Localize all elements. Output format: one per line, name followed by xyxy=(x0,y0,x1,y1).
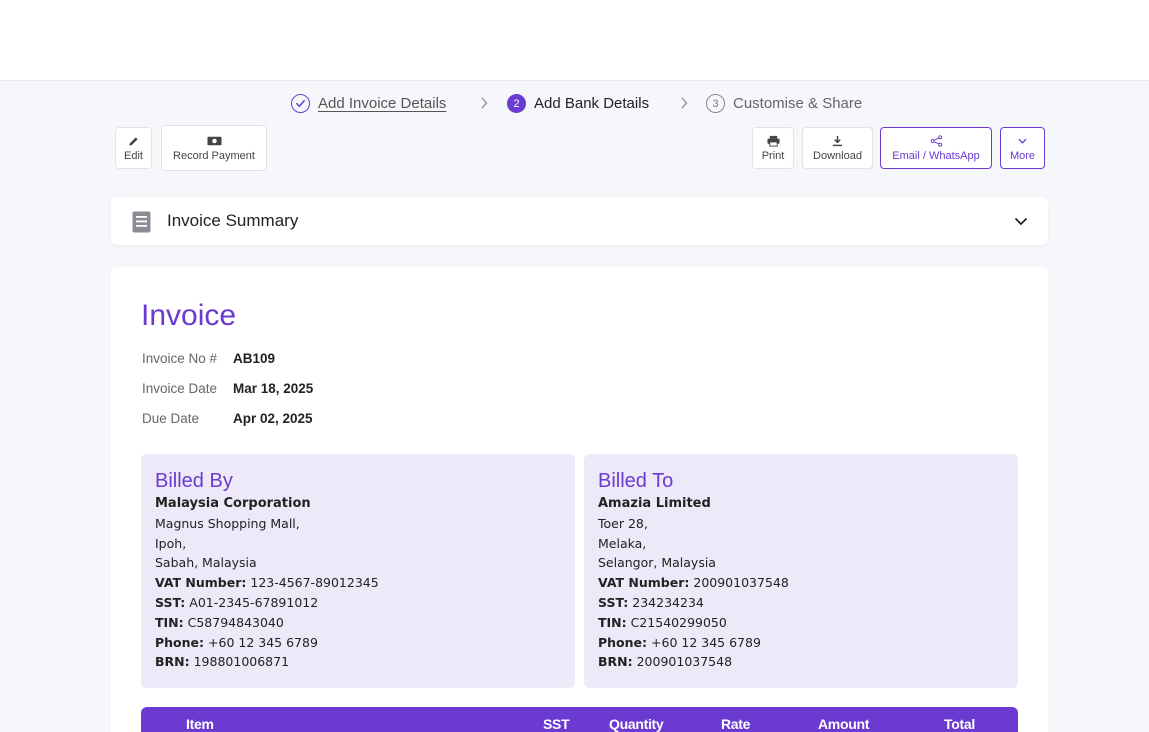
print-button[interactable]: Print xyxy=(752,127,794,169)
address-line: Melaka, xyxy=(598,535,647,551)
column-header-quantity: Quantity xyxy=(609,716,664,732)
billed-to-name: Amazia Limited xyxy=(598,496,711,511)
address-line: Toer 28, xyxy=(598,515,648,531)
edit-label: Edit xyxy=(124,150,143,162)
address-line: Ipoh, xyxy=(155,535,187,551)
address-line: Selangor, Malaysia xyxy=(598,555,716,571)
check-icon xyxy=(291,94,310,113)
tin-number: TIN: C58794843040 xyxy=(155,614,284,630)
billed-to-panel: Billed To Amazia Limited Toer 28, Melaka… xyxy=(584,454,1018,688)
step-add-bank-details[interactable]: 2 Add Bank Details xyxy=(507,94,649,113)
chevron-right-icon xyxy=(680,97,688,112)
invoice-title: Invoice xyxy=(141,299,237,332)
meta-value: AB109 xyxy=(233,351,276,366)
column-header-rate: Rate xyxy=(721,716,751,732)
meta-value: Mar 18, 2025 xyxy=(233,381,314,396)
column-header-amount: Amount xyxy=(818,716,870,732)
vat-number: VAT Number: 200901037548 xyxy=(598,575,789,591)
phone-number: Phone: +60 12 345 6789 xyxy=(598,634,761,650)
edit-button[interactable]: Edit xyxy=(115,127,152,169)
more-label: More xyxy=(1009,150,1036,162)
tin-number: TIN: C21540299050 xyxy=(598,614,727,630)
more-button[interactable]: More xyxy=(1000,127,1045,169)
column-header-sst: SST xyxy=(543,716,570,732)
chevron-down-icon[interactable] xyxy=(1014,213,1028,231)
phone-number: Phone: +60 12 345 6789 xyxy=(155,634,318,650)
step-label: Add Bank Details xyxy=(534,95,650,112)
chevron-down-icon xyxy=(1018,134,1027,148)
print-label: Print xyxy=(761,150,785,162)
step-number: 3 xyxy=(706,94,725,113)
chevron-right-icon xyxy=(480,97,488,112)
billed-by-title: Billed By xyxy=(155,470,233,492)
brn-number: BRN: 200901037548 xyxy=(598,654,733,670)
vat-number: VAT Number: 123-4567-89012345 xyxy=(155,575,379,591)
billed-to-title: Billed To xyxy=(598,470,674,492)
sst-number: SST: A01-2345-67891012 xyxy=(155,594,319,610)
record-payment-button[interactable]: Record Payment xyxy=(161,125,267,171)
email-whatsapp-button[interactable]: Email / WhatsApp xyxy=(880,127,992,169)
download-icon xyxy=(832,134,843,148)
step-label[interactable]: Add Invoice Details xyxy=(318,95,446,112)
column-header-total: Total xyxy=(944,716,975,732)
items-table-header: Item SST Quantity Rate Amount Total xyxy=(141,707,1018,732)
step-customise-share[interactable]: 3 Customise & Share xyxy=(706,94,862,113)
column-header-item: Item xyxy=(186,716,214,732)
step-label: Customise & Share xyxy=(733,95,863,112)
meta-value: Apr 02, 2025 xyxy=(233,411,313,426)
cash-icon xyxy=(206,134,222,148)
meta-label: Due Date xyxy=(142,411,200,426)
meta-label: Invoice Date xyxy=(142,381,218,396)
brn-number: BRN: 198801006871 xyxy=(155,654,290,670)
download-label: Download xyxy=(813,150,862,162)
meta-label: Invoice No # xyxy=(142,351,218,366)
download-button[interactable]: Download xyxy=(802,127,873,169)
progress-stepper: Add Invoice Details 2 Add Bank Details 3… xyxy=(0,94,1149,116)
share-icon xyxy=(930,134,943,148)
address-line: Sabah, Malaysia xyxy=(155,555,257,571)
top-header-bar xyxy=(0,0,1149,81)
invoice-preview-card: Invoice Invoice No # AB109 Invoice Date … xyxy=(111,267,1048,732)
address-line: Magnus Shopping Mall, xyxy=(155,515,300,531)
share-label: Email / WhatsApp xyxy=(892,150,980,162)
billed-by-panel: Billed By Malaysia Corporation Magnus Sh… xyxy=(141,454,575,688)
pencil-icon xyxy=(128,134,139,148)
billed-by-name: Malaysia Corporation xyxy=(155,496,311,511)
step-number: 2 xyxy=(507,94,526,113)
invoice-summary-accordion[interactable]: Invoice Summary xyxy=(111,197,1048,245)
sst-number: SST: 234234234 xyxy=(598,594,704,610)
record-payment-label: Record Payment xyxy=(173,150,255,162)
document-icon xyxy=(132,211,151,238)
summary-title: Invoice Summary xyxy=(167,211,299,230)
printer-icon xyxy=(766,134,780,148)
step-add-invoice-details[interactable]: Add Invoice Details xyxy=(291,94,446,113)
